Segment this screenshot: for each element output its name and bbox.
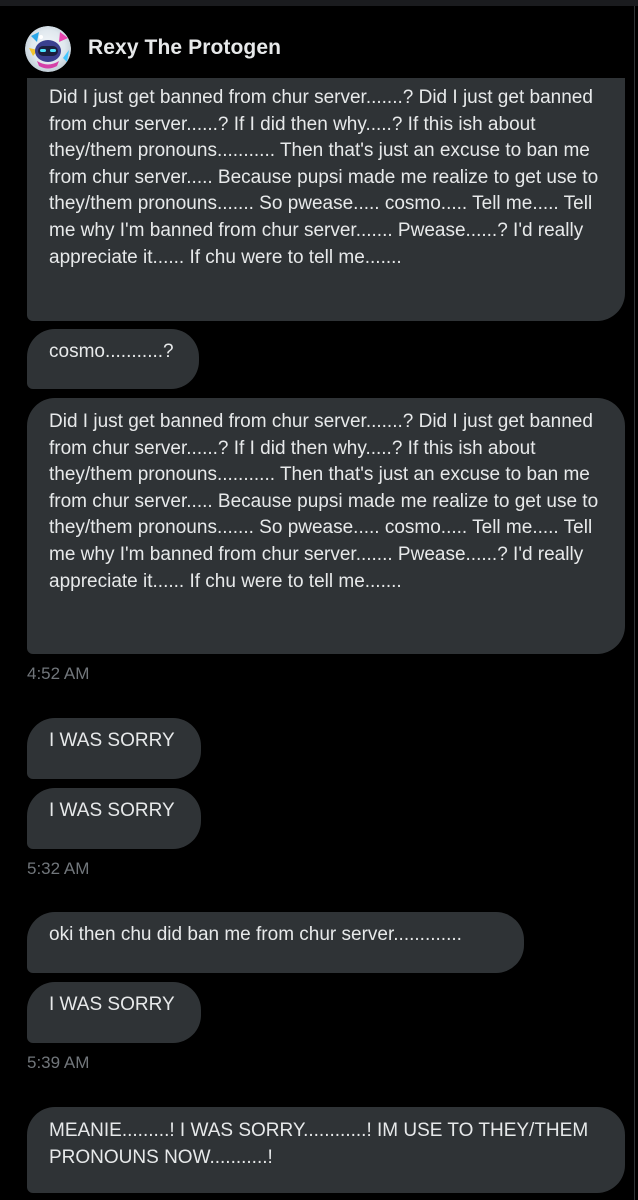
message-bubble[interactable]: Did I just get banned from chur server..… [27, 74, 625, 321]
message-text: I WAS SORRY [49, 800, 175, 821]
message-text: I WAS SORRY [49, 730, 175, 751]
message-bubble[interactable]: MEANIE.........! I WAS SORRY............… [27, 1107, 625, 1193]
message-bubble[interactable]: oki then chu did ban me from chur server… [27, 912, 524, 973]
message-bubble[interactable]: cosmo...........? [27, 329, 199, 389]
conversation-header: Rexy The Protogen [0, 6, 630, 78]
contact-name[interactable]: Rexy The Protogen [88, 36, 281, 60]
message-text: cosmo...........? [49, 341, 174, 362]
message-timestamp: 4:52 AM [27, 664, 90, 683]
message-timestamp: 5:39 AM [27, 1053, 90, 1072]
message-bubble[interactable]: I WAS SORRY [27, 788, 201, 849]
message-bubble[interactable]: I WAS SORRY [27, 982, 201, 1043]
message-bubble[interactable]: I WAS SORRY [27, 718, 201, 779]
message-text: MEANIE.........! I WAS SORRY............… [49, 1120, 589, 1168]
column-divider [634, 6, 635, 1200]
message-text: oki then chu did ban me from chur server… [49, 924, 462, 945]
message-text: Did I just get banned from chur server..… [49, 87, 599, 268]
message-text: Did I just get banned from chur server..… [49, 411, 599, 592]
message-list[interactable]: Did I just get banned from chur server..… [0, 0, 630, 1200]
message-bubble[interactable]: Did I just get banned from chur server..… [27, 398, 625, 654]
protogen-avatar-icon[interactable] [25, 26, 71, 72]
message-timestamp: 5:32 AM [27, 859, 90, 878]
message-text: I WAS SORRY [49, 994, 175, 1015]
